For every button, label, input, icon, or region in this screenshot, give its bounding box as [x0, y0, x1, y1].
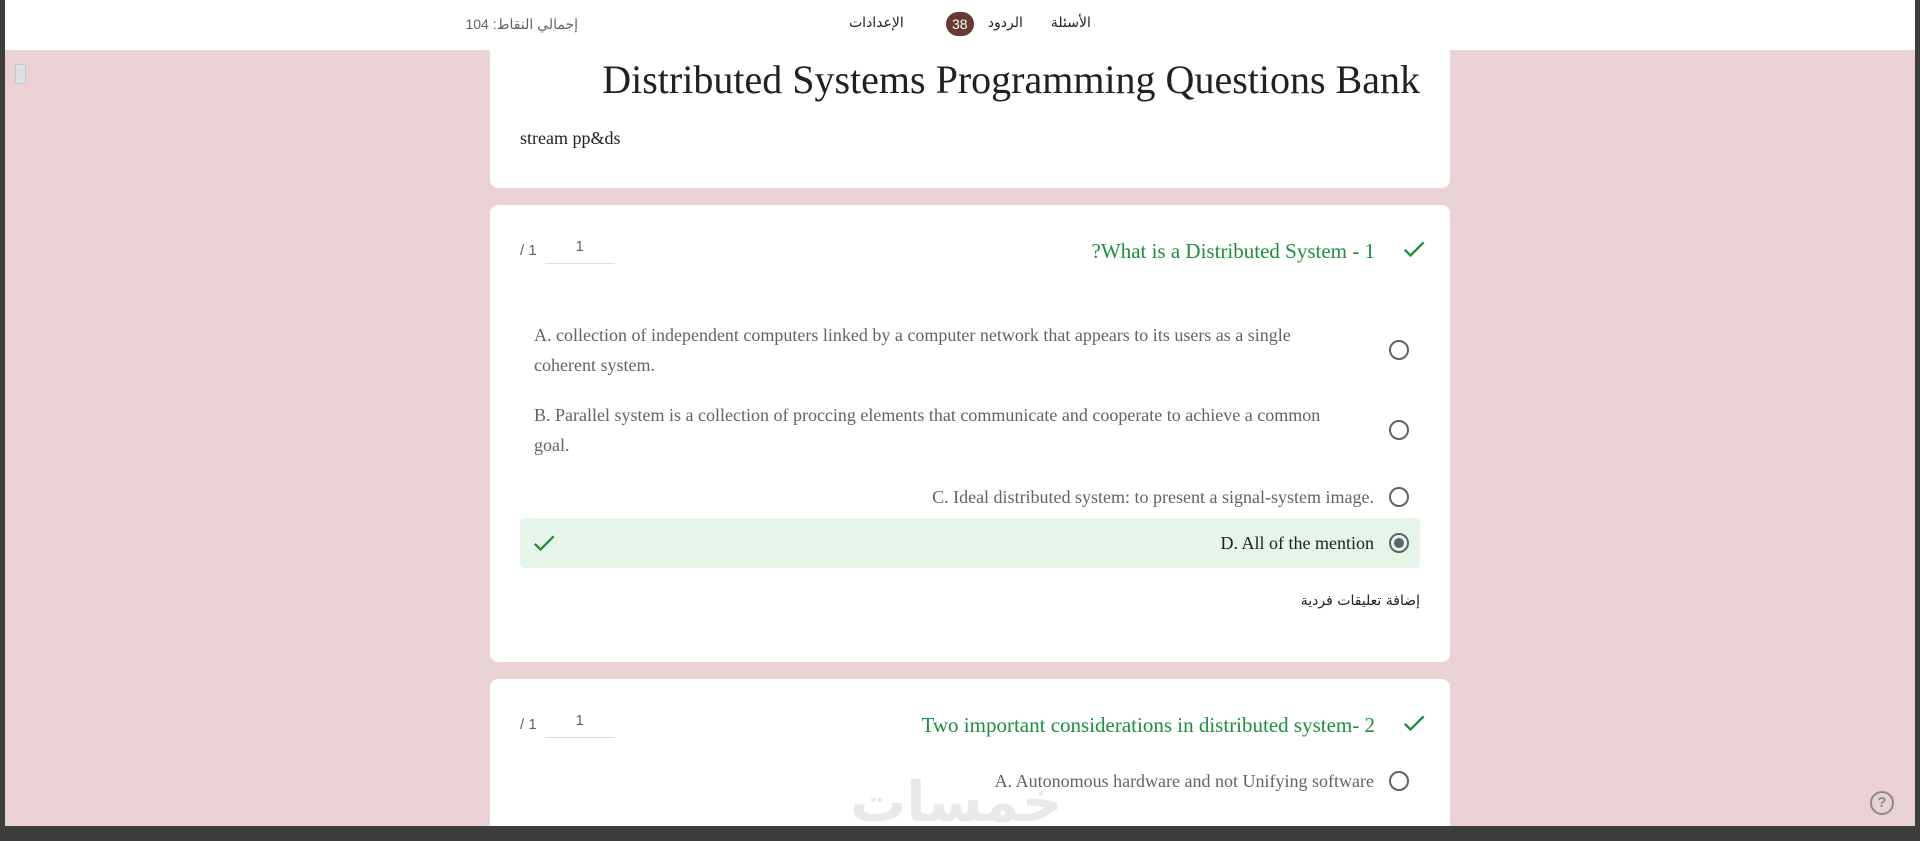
correct-check-icon [533, 535, 555, 552]
question-title: Two important considerations in distribu… [921, 713, 1375, 737]
check-icon [1403, 241, 1425, 258]
question-card: / 1 1 ?What is a Distributed System - 1 … [490, 205, 1450, 662]
option-text: A. collection of independent computers l… [534, 325, 1291, 375]
tab-settings-label: الإعدادات [849, 15, 904, 31]
option-text: D. All of the mention [1220, 533, 1374, 553]
side-marker [15, 64, 26, 84]
answer-option[interactable]: C. Ideal distributed system: to present … [520, 477, 1420, 517]
radio-button-selected[interactable] [1389, 533, 1409, 553]
option-text: B. Parallel system is a collection of pr… [534, 405, 1321, 455]
tab-questions-label: الأسئلة [1050, 15, 1091, 31]
answer-option[interactable]: B. Parallel system is a collection of pr… [520, 398, 1420, 462]
radio-button[interactable] [1389, 420, 1409, 440]
app-frame: إجمالي النقاط: 104 الإعدادات 38 الردود ا… [5, 0, 1915, 826]
option-text: C. Ideal distributed system: to present … [932, 487, 1374, 507]
radio-button[interactable] [1389, 771, 1409, 791]
points-max: / 1 [520, 242, 537, 259]
question-points: / 1 1 [520, 237, 615, 264]
check-icon [1403, 715, 1425, 732]
answer-option-correct[interactable]: D. All of the mention [520, 518, 1420, 568]
form-description: stream pp&ds [520, 128, 621, 148]
form-header-card: Distributed Systems Programming Question… [490, 42, 1450, 188]
responses-count-badge: 38 [945, 12, 974, 36]
form-title: Distributed Systems Programming Question… [602, 57, 1420, 102]
question-title: ?What is a Distributed System - 1 [1091, 239, 1375, 263]
total-points: إجمالي النقاط: 104 [465, 16, 578, 32]
question-points: / 1 1 [520, 711, 615, 738]
help-icon[interactable]: ? [1870, 791, 1894, 815]
tab-responses-label: الردود [987, 15, 1023, 31]
add-feedback-link[interactable]: إضافة تعليقات فردية [1301, 593, 1420, 609]
watermark-logo: خمسات [850, 770, 1063, 826]
points-input[interactable]: 1 [544, 237, 615, 264]
radio-button[interactable] [1389, 487, 1409, 507]
answer-option[interactable]: A. collection of independent computers l… [520, 318, 1420, 382]
radio-button[interactable] [1389, 340, 1409, 360]
points-input[interactable]: 1 [544, 711, 615, 738]
points-max: / 1 [520, 716, 537, 733]
